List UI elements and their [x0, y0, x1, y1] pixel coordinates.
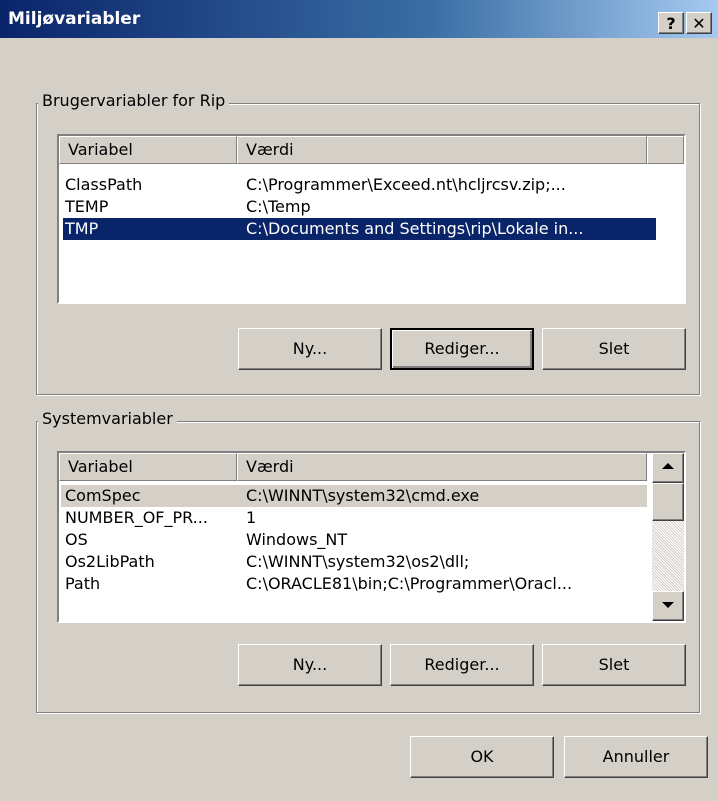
system-list-scrollbar[interactable] [652, 453, 684, 621]
var-name: Os2LibPath [65, 552, 155, 571]
system-variables-group-label: Systemvariabler [38, 409, 177, 428]
ok-button[interactable]: OK [410, 736, 554, 778]
arrow-up-icon [662, 463, 674, 469]
var-value: 1 [246, 508, 257, 527]
column-header-variable[interactable]: Variabel [59, 453, 237, 481]
var-name: NUMBER_OF_PR... [65, 508, 208, 527]
var-name: TMP [65, 219, 99, 238]
system-var-row[interactable]: Os2LibPath C:\WINNT\system32\os2\dll; [59, 551, 647, 573]
user-delete-button[interactable]: Slet [542, 328, 686, 370]
user-var-row-selected[interactable]: TMP C:\Documents and Settings\rip\Lokale… [63, 218, 656, 240]
scroll-down-button[interactable] [652, 591, 684, 621]
var-value: Windows_NT [246, 530, 348, 549]
cancel-button[interactable]: Annuller [564, 736, 708, 778]
var-value: C:\WINNT\system32\cmd.exe [246, 486, 480, 505]
var-name: ClassPath [65, 175, 143, 194]
user-edit-button[interactable]: Rediger... [390, 328, 534, 370]
var-name: ComSpec [65, 486, 141, 505]
system-var-row-selected[interactable]: ComSpec C:\WINNT\system32\cmd.exe [61, 485, 647, 507]
system-delete-button[interactable]: Slet [542, 644, 686, 686]
system-list-header: Variabel Værdi [59, 453, 684, 481]
var-name: Path [65, 574, 101, 593]
user-var-row[interactable]: TEMP C:\Temp [59, 196, 659, 218]
var-name: TEMP [65, 197, 109, 216]
user-new-button[interactable]: Ny... [238, 328, 382, 370]
system-var-row[interactable]: OS Windows_NT [59, 529, 647, 551]
column-header-variable[interactable]: Variabel [59, 136, 237, 164]
system-var-row[interactable]: NUMBER_OF_PR... 1 [59, 507, 647, 529]
user-variables-list[interactable]: Variabel Værdi ClassPath C:\Programmer\E… [57, 134, 686, 304]
title-bar[interactable]: Miljøvariabler ? ✕ [0, 0, 718, 38]
var-value: C:\Documents and Settings\rip\Lokale in.… [246, 219, 584, 238]
arrow-down-icon [662, 602, 674, 608]
help-button[interactable]: ? [658, 12, 684, 34]
scroll-up-button[interactable] [652, 453, 684, 483]
user-variables-group-label: Brugervariabler for Rip [38, 91, 230, 110]
var-value: C:\ORACLE81\bin;C:\Programmer\Oracl... [246, 574, 573, 593]
user-list-header: Variabel Værdi [59, 136, 684, 164]
close-button[interactable]: ✕ [686, 12, 712, 34]
var-value: C:\Programmer\Exceed.nt\hcljrcsv.zip;... [246, 175, 566, 194]
var-name: OS [65, 530, 88, 549]
scroll-thumb[interactable] [652, 483, 684, 521]
var-value: C:\Temp [246, 197, 311, 216]
var-value: C:\WINNT\system32\os2\dll; [246, 552, 470, 571]
system-edit-button[interactable]: Rediger... [390, 644, 534, 686]
window-title: Miljøvariabler [8, 9, 141, 29]
system-var-row[interactable]: Path C:\ORACLE81\bin;C:\Programmer\Oracl… [59, 573, 647, 595]
column-header-value[interactable]: Værdi [237, 453, 647, 481]
system-variables-list[interactable]: Variabel Værdi ComSpec C:\WINNT\system32… [57, 451, 686, 623]
column-header-value[interactable]: Værdi [237, 136, 647, 164]
user-var-row[interactable]: ClassPath C:\Programmer\Exceed.nt\hcljrc… [59, 174, 659, 196]
column-header-filler [647, 136, 684, 164]
system-new-button[interactable]: Ny... [238, 644, 382, 686]
